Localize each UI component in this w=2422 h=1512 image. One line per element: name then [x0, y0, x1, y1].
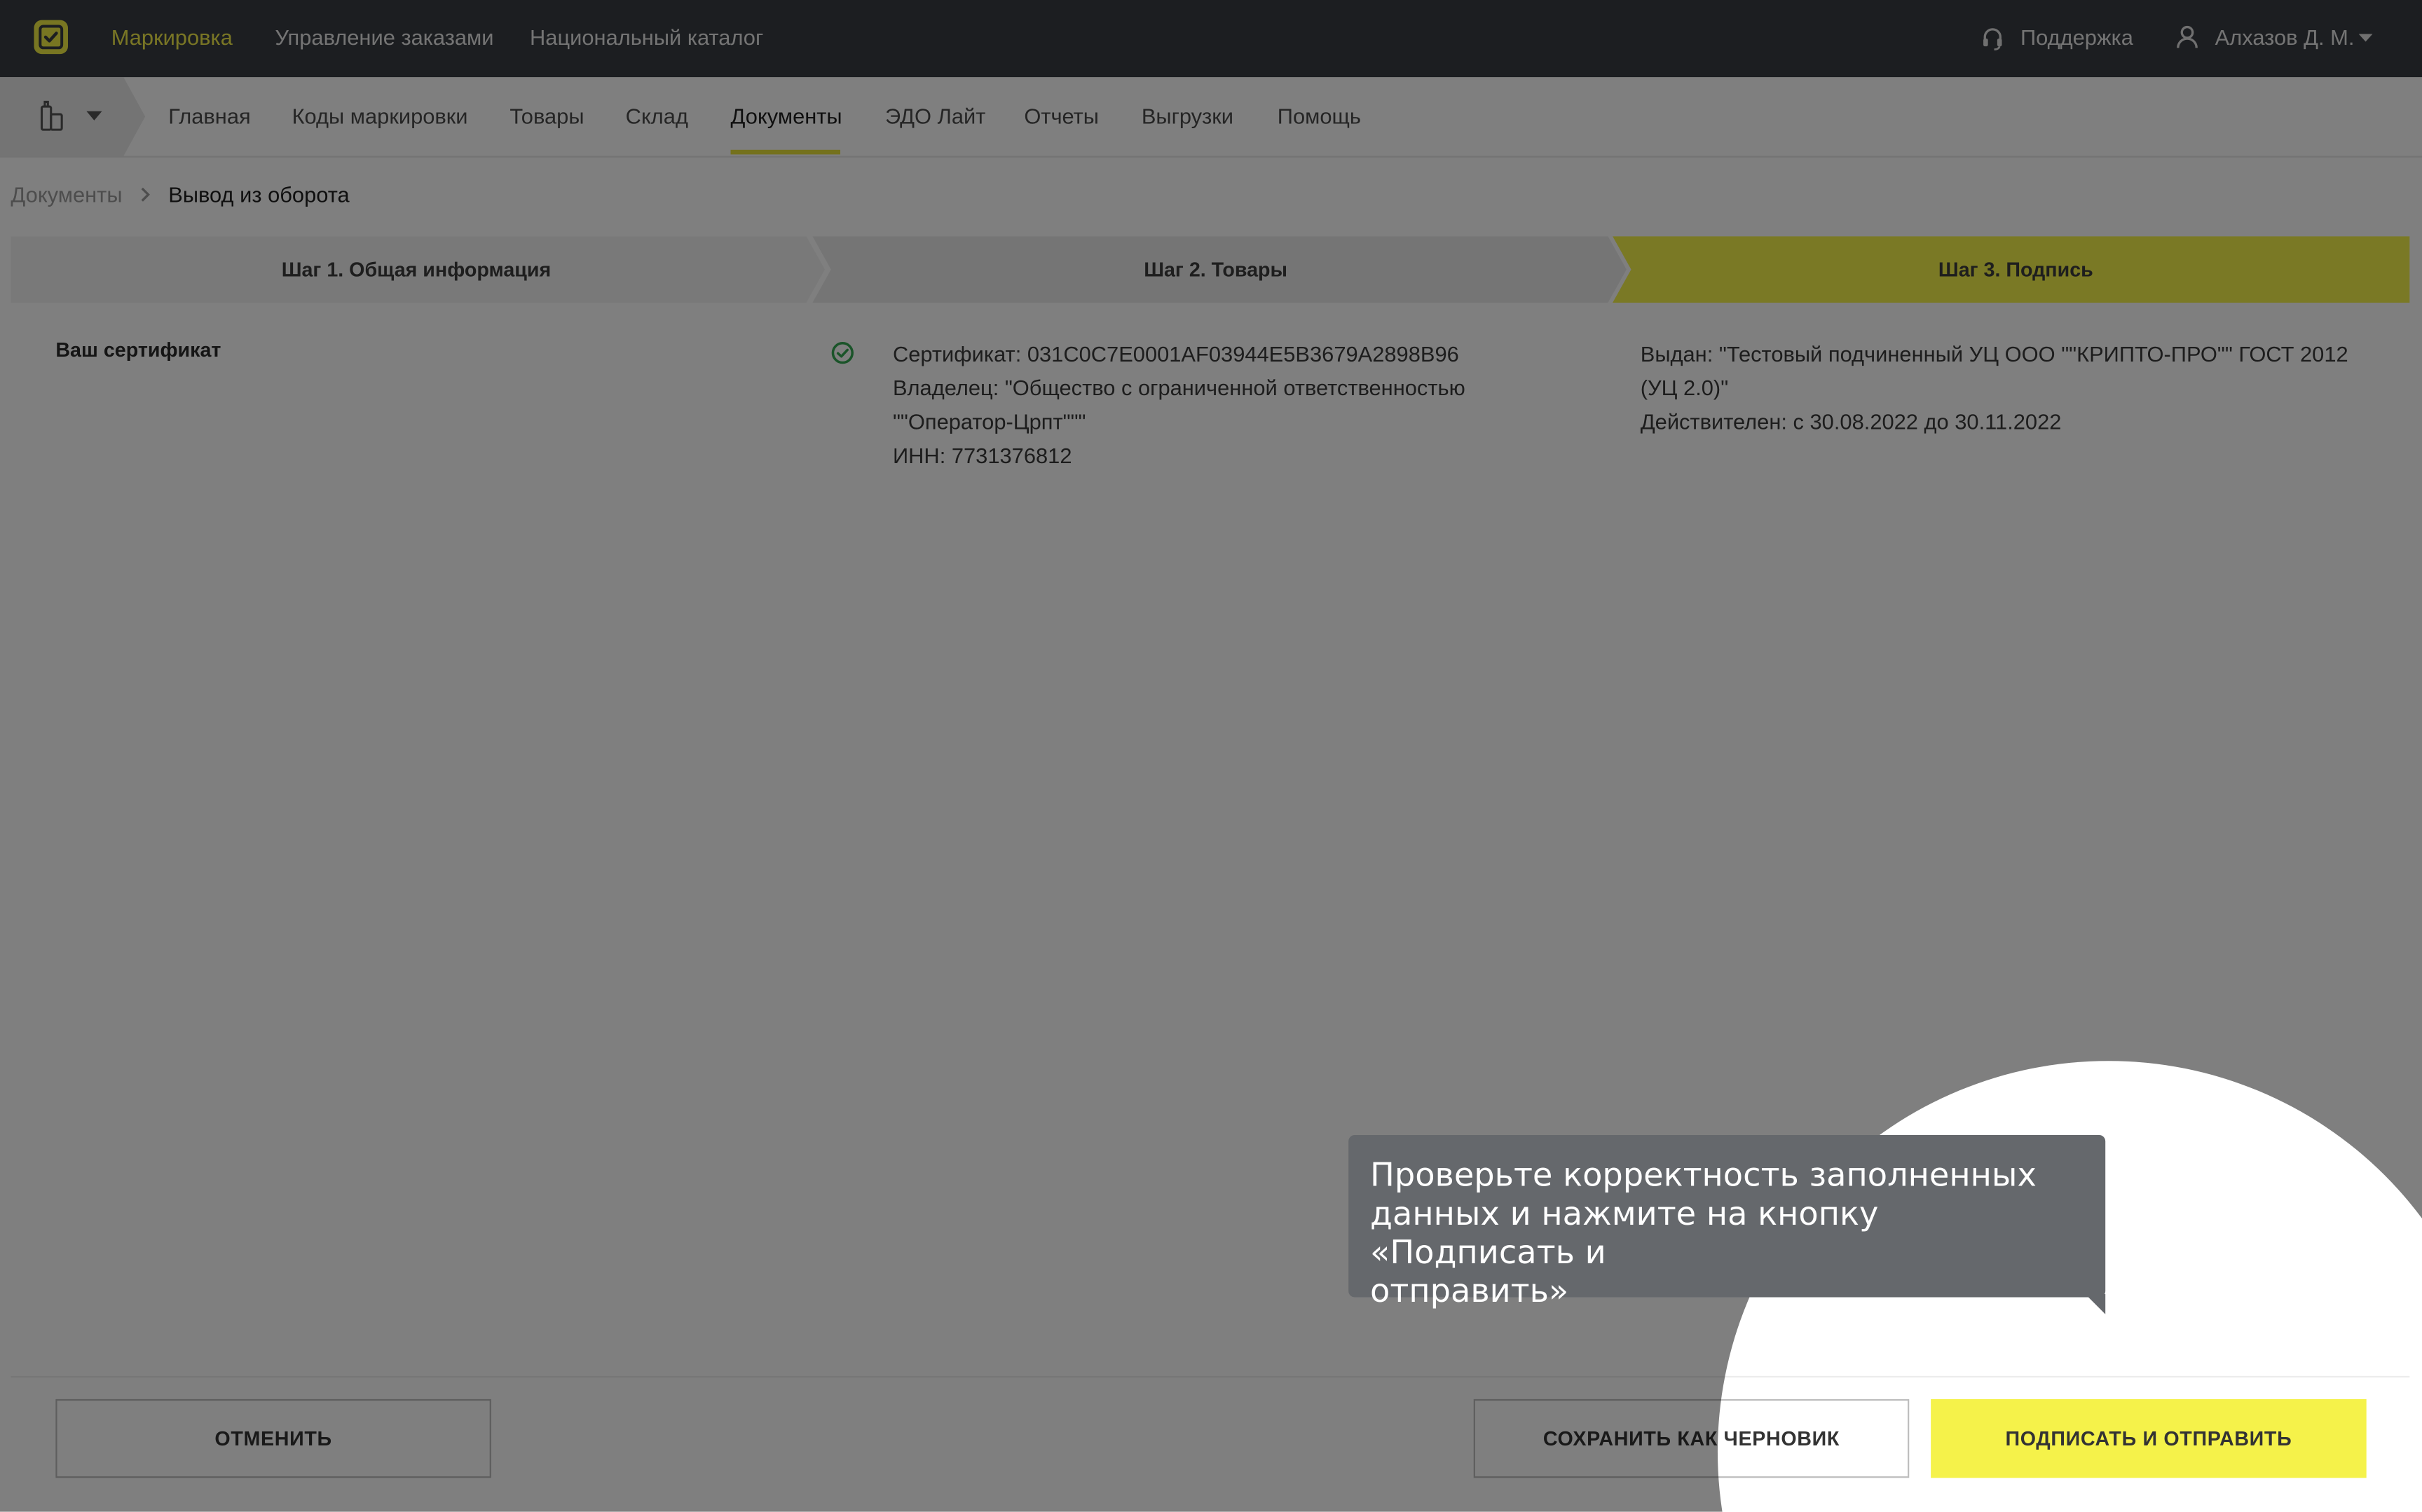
certificate-issuer: Выдан: "Тестовый подчиненный УЦ ООО ""КР… — [1640, 341, 2348, 366]
nav-warehouse[interactable]: Склад — [626, 104, 688, 128]
nav-goods[interactable]: Товары — [509, 104, 584, 128]
certificate-owner-cont: ""Оператор-Црпт""" — [892, 409, 1086, 434]
nav-marking-codes[interactable]: Коды маркировки — [292, 104, 468, 128]
app-logo-icon[interactable] — [34, 20, 68, 55]
certificate-section-label: Ваш сертификат — [55, 338, 221, 362]
step-3[interactable]: Шаг 3. Подпись — [1622, 258, 2409, 281]
top-bar: Маркировка Управление заказами Националь… — [0, 0, 2422, 78]
user-menu[interactable]: Алхазов Д. М. — [2215, 25, 2355, 49]
tutorial-tooltip: Проверьте корректность заполненных данны… — [1348, 1135, 2106, 1310]
tooltip-line-1: Проверьте корректность заполненных — [1370, 1156, 2037, 1194]
certificate-inn: ИНН: 7731376812 — [892, 443, 1072, 468]
check-circle-icon — [831, 341, 854, 364]
section-nav: Главная Коды маркировки Товары Склад Док… — [0, 77, 2422, 158]
cancel-button[interactable]: ОТМЕНИТЬ — [55, 1398, 491, 1478]
breadcrumb-current: Вывод из оборота — [168, 182, 350, 207]
nav-documents[interactable]: Документы — [731, 104, 842, 128]
top-nav-catalog[interactable]: Национальный каталог — [530, 25, 763, 49]
support-link[interactable]: Поддержка — [2020, 25, 2133, 49]
active-tab-indicator — [730, 149, 841, 155]
breadcrumb-documents[interactable]: Документы — [11, 182, 122, 207]
sign-and-send-button[interactable]: ПОДПИСАТЬ И ОТПРАВИТЬ — [1931, 1398, 2367, 1478]
tooltip-line-3: отправить» — [1370, 1272, 1569, 1310]
nav-help[interactable]: Помощь — [1278, 104, 1361, 128]
save-draft-button[interactable]: СОХРАНИТЬ КАК ЧЕРНОВИК — [1473, 1398, 1910, 1478]
certificate-validity: Действителен: с 30.08.2022 до 30.11.2022 — [1640, 409, 2062, 434]
nav-home[interactable]: Главная — [168, 104, 250, 128]
chevron-down-icon[interactable] — [2358, 34, 2373, 43]
certificate-serial: Сертификат: 031C0C7E0001AF03944E5B3679A2… — [892, 341, 1459, 366]
certificate-owner: Владелец: "Общество с ограниченной ответ… — [892, 375, 1465, 400]
tooltip-line-2: данных и нажмите на кнопку «Подписать и — [1370, 1195, 1879, 1271]
nav-edo-lite[interactable]: ЭДО Лайт — [885, 104, 985, 128]
tooltip-pointer — [2085, 1294, 2106, 1314]
app-screen: Маркировка Управление заказами Националь… — [0, 0, 2422, 1512]
nav-exports[interactable]: Выгрузки — [1142, 104, 1233, 128]
nav-reports[interactable]: Отчеты — [1024, 104, 1099, 128]
step-2[interactable]: Шаг 2. Товары — [822, 258, 1610, 281]
top-nav-orders[interactable]: Управление заказами — [275, 25, 493, 49]
certificate-issuer-cont: (УЦ 2.0)" — [1640, 375, 1729, 400]
wizard-steps: Шаг 1. Общая информация Шаг 2. Товары Ша… — [11, 236, 2410, 303]
chevron-right-icon — [141, 187, 150, 202]
user-icon[interactable] — [2177, 25, 2198, 49]
step-1[interactable]: Шаг 1. Общая информация — [11, 258, 821, 281]
headset-icon[interactable] — [1982, 26, 2004, 50]
product-group-switcher[interactable] — [0, 77, 146, 156]
top-nav-markirovka[interactable]: Маркировка — [111, 25, 233, 49]
